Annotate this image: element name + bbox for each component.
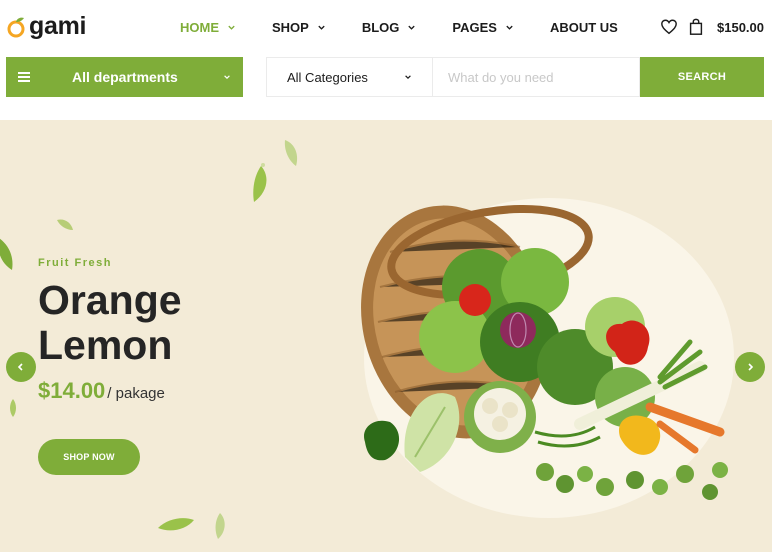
chevron-down-icon: [506, 25, 513, 30]
leaf-decoration: [10, 399, 16, 417]
nav-pages-label: PAGES: [452, 20, 497, 35]
shopping-bag-icon[interactable]: [687, 18, 705, 36]
shop-now-button[interactable]: SHOP NOW: [38, 439, 140, 475]
chevron-down-icon: [318, 25, 325, 30]
chevron-down-icon: [228, 25, 235, 30]
nav-blog-label: BLOG: [361, 20, 400, 35]
search-button[interactable]: SEARCH: [640, 57, 764, 97]
slider-prev-button[interactable]: [6, 352, 36, 382]
menu-icon: [18, 72, 30, 82]
search-form: All Categories: [266, 57, 640, 97]
hero-price: $14.00 / pakage: [38, 378, 165, 404]
leaf-decoration: [261, 163, 265, 167]
leaf-decoration: [158, 518, 194, 531]
hero-price-amount: $14.00: [38, 378, 106, 403]
chevron-left-icon: [17, 363, 23, 371]
cart-total: $150.00: [717, 19, 764, 35]
leaf-decoration: [215, 513, 225, 539]
leaf-decoration: [0, 238, 13, 270]
hero-tag: Fruit Fresh: [38, 257, 112, 269]
heart-icon[interactable]: [660, 18, 678, 36]
logo-orange-icon: [7, 17, 25, 37]
hero-title-line-2: Lemon: [38, 322, 173, 368]
all-departments-button[interactable]: All departments: [6, 57, 243, 97]
logo[interactable]: gami: [6, 12, 86, 41]
nav-about-us[interactable]: ABOUT US: [550, 20, 618, 35]
leaf-decoration: [57, 219, 73, 230]
chevron-right-icon: [748, 363, 754, 371]
nav-home-label: HOME: [180, 20, 219, 35]
leaf-decoration: [284, 140, 298, 166]
header-actions: $150.00: [660, 18, 764, 36]
leaf-decoration: [253, 166, 267, 202]
hero-title-line-1: Orange: [38, 277, 182, 323]
hero-price-unit: / pakage: [107, 385, 165, 402]
hero-banner: Fruit Fresh Orange Lemon $14.00 / pakage…: [0, 120, 772, 552]
nav-shop[interactable]: SHOP: [272, 20, 326, 35]
hero-title: Orange Lemon: [38, 278, 298, 368]
all-departments-label: All departments: [72, 69, 178, 85]
nav-home[interactable]: HOME: [180, 20, 236, 35]
header: gami HOME SHOP BLOG PAGES ABOUT US $150.…: [0, 0, 772, 56]
nav-shop-label: SHOP: [272, 20, 309, 35]
nav-about-us-label: ABOUT US: [549, 20, 618, 35]
category-select-value: All Categories: [287, 69, 368, 85]
nav-pages[interactable]: PAGES: [452, 20, 514, 35]
main-nav: HOME SHOP BLOG PAGES ABOUT US: [180, 20, 654, 35]
search-input[interactable]: [433, 59, 633, 95]
vegetable-basket-image: [361, 204, 728, 500]
chevron-down-icon: [405, 75, 411, 80]
chevron-down-icon: [224, 75, 230, 80]
chevron-down-icon: [408, 25, 416, 30]
logo-text: gami: [29, 12, 87, 40]
nav-blog[interactable]: BLOG: [362, 20, 417, 35]
category-select[interactable]: All Categories: [267, 58, 433, 96]
